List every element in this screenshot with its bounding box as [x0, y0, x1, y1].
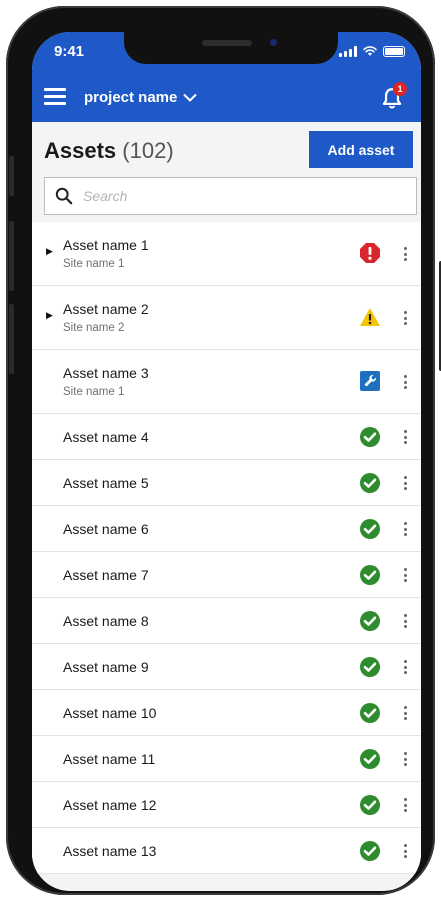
notifications-button[interactable]: 1: [377, 82, 407, 112]
list-item[interactable]: Asset name 3 Site name 1: [32, 350, 421, 414]
list-item[interactable]: Asset name 7: [32, 552, 421, 598]
status-bar: 9:41: [32, 32, 421, 74]
list-item[interactable]: Asset name 11: [32, 736, 421, 782]
more-options-icon[interactable]: [399, 749, 411, 769]
phone-mute-switch: [9, 156, 14, 196]
status-icons: [339, 45, 405, 57]
octagon-alert-icon: [359, 242, 381, 264]
triangle-warning-icon: [359, 306, 381, 328]
asset-count: (102): [122, 138, 174, 163]
list-item[interactable]: Asset name 13: [32, 828, 421, 874]
check-circle-icon: [359, 564, 381, 586]
more-options-icon[interactable]: [399, 244, 411, 264]
more-options-icon[interactable]: [399, 657, 411, 677]
add-asset-button[interactable]: Add asset: [309, 131, 413, 168]
more-options-icon[interactable]: [399, 372, 411, 392]
check-circle-icon: [359, 656, 381, 678]
more-options-icon[interactable]: [399, 841, 411, 861]
more-options-icon[interactable]: [399, 611, 411, 631]
asset-name: Asset name 8: [63, 613, 149, 629]
asset-name: Asset name 1: [63, 237, 149, 253]
wifi-icon: [363, 46, 377, 56]
check-circle-icon: [359, 840, 381, 862]
notification-badge: 1: [393, 82, 407, 96]
more-options-icon[interactable]: [399, 565, 411, 585]
check-circle-icon: [359, 794, 381, 816]
assets-header: Assets (102) Add asset: [32, 122, 421, 222]
camera-notch: [124, 32, 338, 64]
list-item[interactable]: Asset name 4: [32, 414, 421, 460]
asset-site: Site name 2: [63, 322, 125, 334]
asset-name: Asset name 9: [63, 659, 149, 675]
page-title: Assets (102): [44, 138, 174, 164]
asset-name: Asset name 2: [63, 301, 149, 317]
asset-name: Asset name 13: [63, 843, 157, 859]
list-item[interactable]: Asset name 8: [32, 598, 421, 644]
expand-caret-icon[interactable]: ▶: [46, 246, 53, 257]
more-options-icon[interactable]: [399, 427, 411, 447]
asset-name: Asset name 5: [63, 475, 149, 491]
app-screen: 9:41 project name 1 Assets (102) Add ass…: [32, 32, 421, 891]
search-box[interactable]: [44, 177, 417, 215]
asset-site: Site name 1: [63, 258, 125, 270]
search-icon: [55, 187, 73, 205]
more-options-icon[interactable]: [399, 308, 411, 328]
status-time: 9:41: [54, 43, 85, 60]
asset-name: Asset name 12: [63, 797, 157, 813]
asset-name: Asset name 3: [63, 365, 149, 381]
project-name: project name: [84, 89, 178, 106]
more-options-icon[interactable]: [399, 703, 411, 723]
check-circle-icon: [359, 518, 381, 540]
list-item[interactable]: Asset name 12: [32, 782, 421, 828]
page-title-text: Assets: [44, 138, 117, 163]
menu-icon[interactable]: [44, 88, 66, 106]
asset-name: Asset name 11: [63, 751, 156, 767]
wrench-icon: [359, 370, 381, 392]
list-item[interactable]: ▶ Asset name 1 Site name 1: [32, 222, 421, 286]
list-item[interactable]: Asset name 9: [32, 644, 421, 690]
asset-name: Asset name 7: [63, 567, 149, 583]
list-item[interactable]: Asset name 5: [32, 460, 421, 506]
more-options-icon[interactable]: [399, 795, 411, 815]
list-item[interactable]: ▶ Asset name 2 Site name 2: [32, 286, 421, 350]
project-selector[interactable]: project name: [84, 89, 198, 106]
phone-volume-down: [9, 304, 14, 374]
more-options-icon[interactable]: [399, 519, 411, 539]
check-circle-icon: [359, 748, 381, 770]
check-circle-icon: [359, 426, 381, 448]
check-circle-icon: [359, 472, 381, 494]
expand-caret-icon[interactable]: ▶: [46, 310, 53, 321]
front-camera: [270, 39, 277, 46]
battery-icon: [383, 46, 405, 57]
check-circle-icon: [359, 702, 381, 724]
list-item[interactable]: Asset name 6: [32, 506, 421, 552]
asset-list: ▶ Asset name 1 Site name 1 ▶ Asset name 2 Sit…: [32, 222, 421, 874]
speaker-grille: [202, 40, 252, 46]
more-options-icon[interactable]: [399, 473, 411, 493]
chevron-down-icon: [183, 93, 198, 102]
asset-name: Asset name 6: [63, 521, 149, 537]
cellular-signal-icon: [339, 46, 357, 57]
app-bar: project name 1: [32, 74, 421, 122]
check-circle-icon: [359, 610, 381, 632]
phone-frame: 9:41 project name 1 Assets (102) Add ass…: [6, 6, 441, 895]
asset-site: Site name 1: [63, 386, 125, 398]
list-item[interactable]: Asset name 10: [32, 690, 421, 736]
search-input[interactable]: [83, 188, 383, 204]
asset-name: Asset name 10: [63, 705, 157, 721]
phone-volume-up: [9, 221, 14, 291]
asset-name: Asset name 4: [63, 429, 149, 445]
